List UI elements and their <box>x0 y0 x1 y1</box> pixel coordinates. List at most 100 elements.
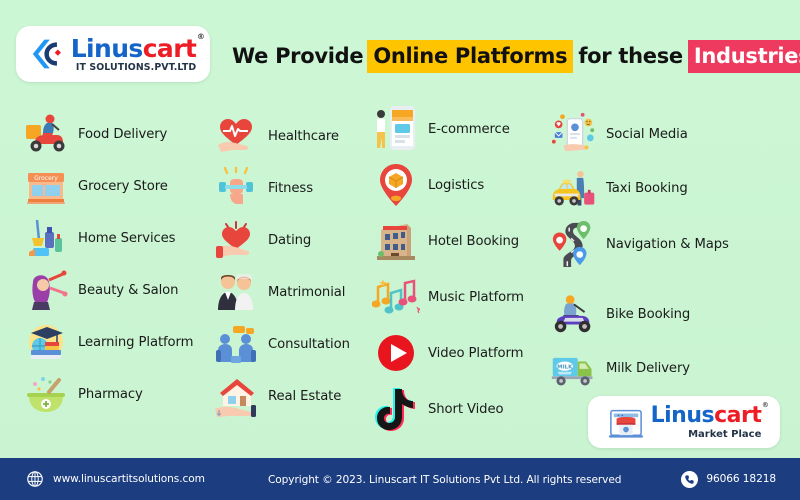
industry-item-bike-booking[interactable]: Bike Booking <box>550 288 690 340</box>
industry-label: Pharmacy <box>78 386 143 402</box>
industry-item-hotel-booking[interactable]: Hotel Booking <box>372 215 519 267</box>
mortar-pestle-icon <box>22 370 70 418</box>
industry-item-consultation[interactable]: Consultation <box>212 318 350 370</box>
headline-highlight-online-platforms: Online Platforms <box>367 39 574 73</box>
industry-label: Music Platform <box>428 289 524 305</box>
wedding-couple-icon <box>212 268 260 316</box>
industry-item-healthcare[interactable]: Healthcare <box>212 110 339 162</box>
industry-label: Healthcare <box>268 128 339 144</box>
scooter-delivery-icon <box>22 110 70 158</box>
graduation-books-icon <box>22 318 70 366</box>
industry-label: Beauty & Salon <box>78 282 179 298</box>
industry-item-fitness[interactable]: Fitness <box>212 162 313 214</box>
industry-item-navigation-maps[interactable]: Navigation & Maps <box>550 218 729 270</box>
house-key-hand-icon <box>212 372 260 420</box>
hotel-building-icon <box>372 217 420 265</box>
milk-truck-icon: MILK <box>550 344 598 392</box>
play-button-icon <box>372 329 420 377</box>
salon-haircut-icon <box>22 266 70 314</box>
headline-part2: for these <box>578 44 683 68</box>
industry-label: Dating <box>268 232 312 248</box>
footer-phone-text: 96066 18218 <box>706 473 776 485</box>
promotional-poster: Linuscart ® IT SOLUTIONS.PVT.LTD We Provi… <box>0 0 800 500</box>
heart-pulse-hand-icon <box>212 112 260 160</box>
industry-label: Grocery Store <box>78 178 168 194</box>
brand-logo-text: Linuscart ® IT SOLUTIONS.PVT.LTD <box>70 32 205 73</box>
mobile-shop-icon <box>372 105 420 153</box>
marketplace-subtitle: Market Place <box>688 428 762 440</box>
footer-website-text: www.linuscartitsolutions.com <box>53 473 205 485</box>
page-title: We Provide Online Platforms for these Indus… <box>232 39 800 73</box>
registered-mark: ® <box>761 400 769 409</box>
industry-item-dating[interactable]: Dating <box>212 214 311 266</box>
industry-item-logistics[interactable]: Logistics <box>372 159 484 211</box>
two-people-chat-icon <box>212 320 260 368</box>
industry-label: Matrimonial <box>268 284 346 300</box>
headline-highlight-industries: Industries <box>687 39 800 73</box>
industry-item-matrimonial[interactable]: Matrimonial <box>212 266 345 318</box>
phone-social-reactions-icon <box>550 110 598 158</box>
grocery-storefront-icon: Grocery <box>22 162 70 210</box>
marketplace-word-part1: Linus <box>650 402 715 428</box>
industry-item-real-estate[interactable]: Real Estate <box>212 370 341 422</box>
cleaning-supplies-icon <box>22 214 70 262</box>
poster-footer: www.linuscartitsolutions.com Copyright ©… <box>0 458 800 500</box>
footer-phone[interactable]: 96066 18218 <box>681 470 776 488</box>
poster-header: Linuscart ® IT SOLUTIONS.PVT.LTD We Provi… <box>0 0 800 92</box>
location-pin-box-icon <box>372 161 420 209</box>
brand-logo: Linuscart ® IT SOLUTIONS.PVT.LTD <box>30 32 205 73</box>
industry-item-grocery-store[interactable]: Grocery Grocery Store <box>22 160 168 212</box>
headline-part1: We Provide <box>232 44 364 68</box>
motorbike-rider-icon <box>550 290 598 338</box>
industry-label: Short Video <box>428 401 504 417</box>
industry-item-video-platform[interactable]: Video Platform <box>372 327 523 379</box>
industry-label: Food Delivery <box>78 126 168 142</box>
brand-word-part1: Linus <box>70 33 144 63</box>
footer-copyright-text: Copyright © 2023. Linuscart IT Solutions… <box>268 474 622 486</box>
industry-label: Hotel Booking <box>428 233 520 249</box>
industry-column-3: E-commerce Logistics Hotel Booking Music… <box>372 96 550 458</box>
footer-website[interactable]: www.linuscartitsolutions.com <box>26 470 205 488</box>
road-map-pins-icon <box>550 220 598 268</box>
industry-column-2: Healthcare Fitness Dating Matrimonial Co… <box>212 96 372 458</box>
industry-item-pharmacy[interactable]: Pharmacy <box>22 368 143 420</box>
industry-item-milk-delivery[interactable]: MILK Milk Delivery <box>550 342 690 394</box>
brand-word-part2: cart <box>142 33 197 63</box>
industry-label: E-commerce <box>428 121 510 137</box>
footer-copyright: Copyright © 2023. Linuscart IT Solutions… <box>268 470 622 488</box>
brand-logo-card: Linuscart ® IT SOLUTIONS.PVT.LTD <box>16 26 210 82</box>
heart-hand-icon <box>212 216 260 264</box>
svg-text:Grocery: Grocery <box>34 175 58 182</box>
industry-item-social-media[interactable]: Social Media <box>550 108 688 160</box>
marketplace-word-part2: cart <box>714 402 762 428</box>
industry-item-short-video[interactable]: Short Video <box>372 383 504 435</box>
svg-text:MILK: MILK <box>557 364 573 370</box>
industry-item-home-services[interactable]: Home Services <box>22 212 176 264</box>
brand-wordmark: Linuscart ® <box>70 32 205 63</box>
marketplace-wordmark: Linuscart ® <box>650 401 769 428</box>
dumbbell-arm-icon <box>212 164 260 212</box>
industry-label: Fitness <box>268 180 313 196</box>
industry-label: Navigation & Maps <box>606 236 729 252</box>
industry-item-beauty-salon[interactable]: Beauty & Salon <box>22 264 178 316</box>
industry-label: Home Services <box>78 230 176 246</box>
industry-column-1: Food Delivery Grocery Grocery Store Home… <box>22 96 212 458</box>
industry-item-music-platform[interactable]: Music Platform <box>372 271 524 323</box>
industry-label: Logistics <box>428 177 485 193</box>
industry-item-taxi-booking[interactable]: Taxi Booking <box>550 162 688 214</box>
industry-label: Bike Booking <box>606 306 691 322</box>
industry-item-learning-platform[interactable]: Learning Platform <box>22 316 193 368</box>
industry-label: Consultation <box>268 336 350 352</box>
marketplace-logo-text: Linuscart ® Market Place <box>650 401 769 440</box>
brand-tagline: IT SOLUTIONS.PVT.LTD <box>75 61 197 73</box>
registered-mark: ® <box>196 31 205 41</box>
globe-icon <box>27 471 43 487</box>
music-notes-icon <box>372 273 420 321</box>
industry-label: Social Media <box>606 126 688 142</box>
industry-label: Taxi Booking <box>606 180 688 196</box>
industry-item-e-commerce[interactable]: E-commerce <box>372 103 510 155</box>
industry-label: Real Estate <box>268 388 342 404</box>
industry-label: Milk Delivery <box>606 360 690 376</box>
tiktok-note-icon <box>372 385 420 433</box>
industry-item-food-delivery[interactable]: Food Delivery <box>22 108 167 160</box>
